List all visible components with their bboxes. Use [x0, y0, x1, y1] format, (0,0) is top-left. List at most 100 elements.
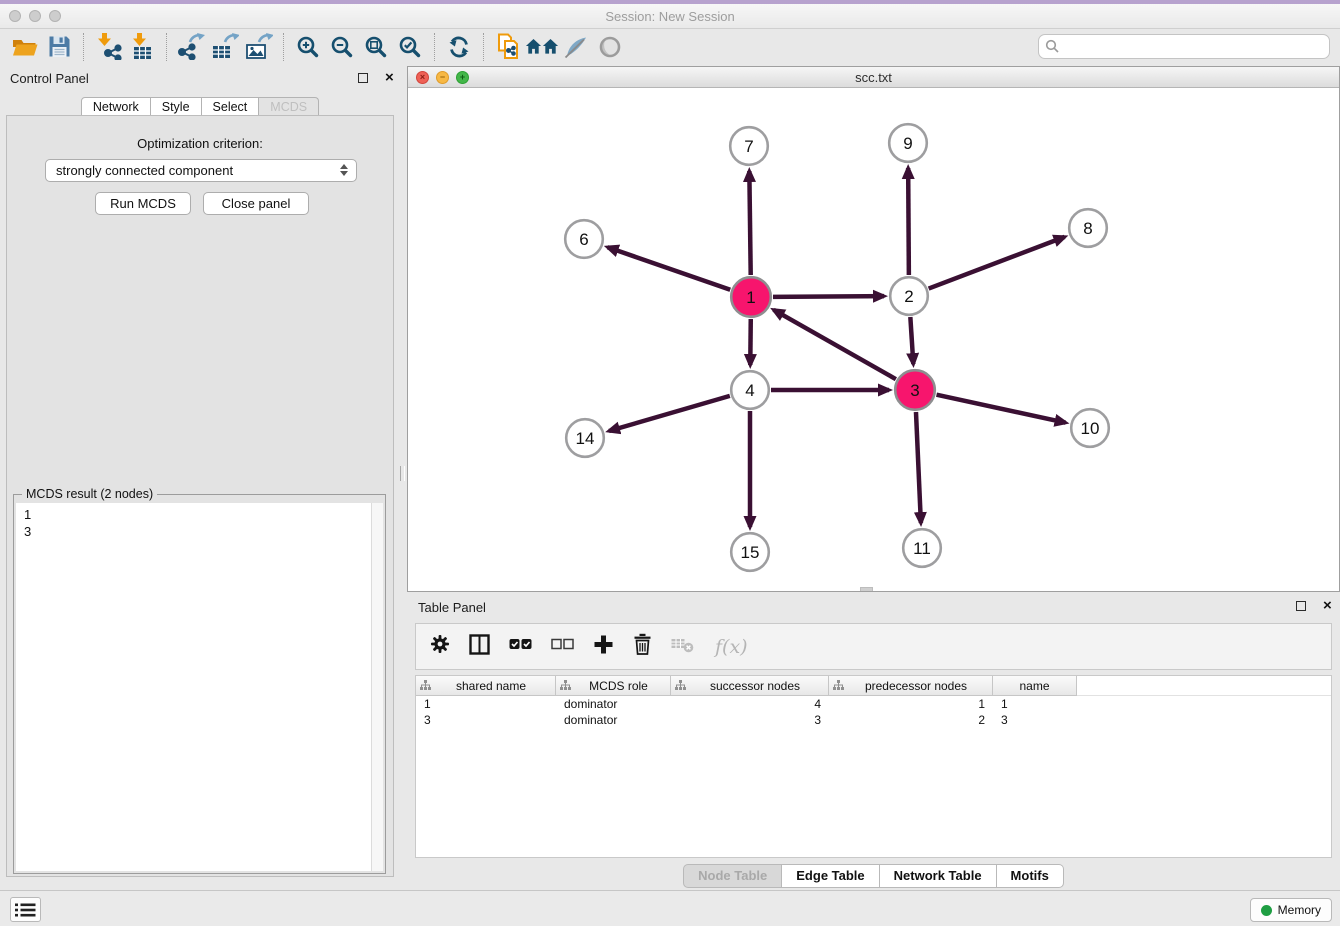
table-row[interactable]: 3 dominator 3 2 3: [416, 712, 1331, 728]
close-panel-icon[interactable]: ×: [385, 73, 394, 83]
graphics-details-icon[interactable]: [593, 32, 627, 62]
graph-edge-3-10[interactable]: [936, 395, 1065, 423]
window-titlebar[interactable]: Session: New Session: [0, 4, 1340, 29]
run-mcds-button[interactable]: Run MCDS: [95, 192, 191, 215]
cell-successor-nodes[interactable]: 3: [671, 713, 829, 727]
result-scrollbar[interactable]: [371, 503, 383, 871]
graph-edge-1-7[interactable]: [749, 171, 750, 275]
close-panel-icon[interactable]: ×: [1323, 601, 1332, 611]
tab-network[interactable]: Network: [81, 97, 151, 116]
result-line: 1: [24, 506, 375, 523]
style-brush-icon[interactable]: [559, 32, 593, 62]
tab-select[interactable]: Select: [202, 97, 260, 116]
table-row[interactable]: 1 dominator 4 1 1: [416, 696, 1331, 712]
search-icon: [1045, 39, 1060, 59]
column-header-successor-nodes[interactable]: successor nodes: [671, 676, 829, 696]
cell-predecessor-nodes[interactable]: 2: [829, 713, 993, 727]
export-table-icon[interactable]: [208, 32, 242, 62]
function-builder-icon[interactable]: f(x): [715, 636, 748, 658]
panel-splitter-handle[interactable]: [400, 466, 405, 481]
column-header-mcds-role[interactable]: MCDS role: [556, 676, 671, 696]
result-line: 3: [24, 523, 375, 540]
add-column-icon[interactable]: [593, 634, 614, 660]
task-history-button[interactable]: [10, 897, 41, 922]
cell-mcds-role[interactable]: dominator: [556, 697, 671, 711]
search-field-wrap: [1038, 34, 1330, 59]
graph-edge-3-11[interactable]: [916, 412, 921, 523]
refresh-layout-icon[interactable]: [442, 32, 476, 62]
column-header-name[interactable]: name: [993, 676, 1077, 696]
graph-edge-1-2[interactable]: [773, 296, 884, 297]
mcds-result-group: MCDS result (2 nodes) 1 3: [13, 494, 386, 874]
cell-name[interactable]: 1: [993, 697, 1077, 711]
delete-column-icon[interactable]: [633, 633, 652, 660]
cell-shared-name[interactable]: 3: [416, 713, 556, 727]
column-layout-icon[interactable]: [469, 634, 490, 660]
float-panel-icon[interactable]: [1296, 601, 1306, 611]
optimization-criterion-dropdown[interactable]: strongly connected component: [45, 159, 357, 182]
control-panel-title: Control Panel: [10, 71, 89, 86]
zoom-out-icon[interactable]: [325, 32, 359, 62]
dropdown-value: strongly connected component: [56, 163, 233, 178]
zoom-fit-icon[interactable]: [359, 32, 393, 62]
graph-node-label: 6: [579, 230, 588, 249]
tab-style[interactable]: Style: [151, 97, 202, 116]
memory-button[interactable]: Memory: [1250, 898, 1332, 922]
import-network-icon[interactable]: [91, 32, 125, 62]
save-session-icon[interactable]: [42, 32, 76, 62]
memory-label: Memory: [1278, 903, 1321, 917]
zoom-in-icon[interactable]: [291, 32, 325, 62]
import-table-icon[interactable]: [125, 32, 159, 62]
float-panel-icon[interactable]: [358, 73, 368, 83]
first-neighbors-icon[interactable]: [525, 32, 559, 62]
network-canvas[interactable]: 7968124314101511: [408, 88, 1339, 591]
control-panel-window-controls: ×: [358, 73, 394, 83]
header-filler: [1077, 676, 1331, 696]
export-network-icon[interactable]: [174, 32, 208, 62]
node-table-header: shared name MCDS role successor nodes: [416, 676, 1331, 696]
network-canvas-svg: 7968124314101511: [408, 88, 1339, 591]
tab-mcds[interactable]: MCDS: [259, 97, 319, 116]
cell-shared-name[interactable]: 1: [416, 697, 556, 711]
graph-edge-2-3[interactable]: [910, 317, 913, 364]
settings-gear-icon[interactable]: [430, 634, 450, 659]
toolbar-separator: [83, 33, 84, 61]
unselect-all-columns-icon[interactable]: [551, 636, 574, 657]
graph-node-label: 14: [576, 429, 595, 448]
cell-predecessor-nodes[interactable]: 1: [829, 697, 993, 711]
export-image-icon[interactable]: [242, 32, 276, 62]
select-all-columns-icon[interactable]: [509, 636, 532, 657]
graph-edge-2-9[interactable]: [908, 168, 909, 275]
column-header-shared-name[interactable]: shared name: [416, 676, 556, 696]
clone-network-icon[interactable]: [491, 32, 525, 62]
delete-table-icon[interactable]: [671, 635, 694, 658]
graph-edge-4-14[interactable]: [609, 396, 730, 431]
cell-successor-nodes[interactable]: 4: [671, 697, 829, 711]
network-window-titlebar[interactable]: × − + scc.txt: [408, 67, 1339, 88]
open-session-icon[interactable]: [8, 32, 42, 62]
status-bar: Memory: [0, 890, 1340, 926]
tab-node-table[interactable]: Node Table: [683, 864, 782, 888]
mcds-result-area[interactable]: 1 3: [16, 503, 383, 871]
graph-edge-1-6[interactable]: [608, 247, 731, 290]
graph-node-label: 9: [903, 134, 912, 153]
canvas-resize-handle[interactable]: [860, 587, 873, 591]
hierarchy-icon: [675, 680, 686, 691]
dropdown-stepper-icon: [340, 164, 348, 176]
mcds-panel: Optimization criterion: strongly connect…: [6, 115, 394, 877]
cell-mcds-role[interactable]: dominator: [556, 713, 671, 727]
column-header-predecessor-nodes[interactable]: predecessor nodes: [829, 676, 993, 696]
tab-motifs[interactable]: Motifs: [997, 864, 1064, 888]
close-panel-button[interactable]: Close panel: [203, 192, 309, 215]
graph-edge-2-8[interactable]: [929, 237, 1065, 289]
table-panel-tabs: Node Table Edge Table Network Table Moti…: [407, 864, 1340, 888]
toolbar-separator: [166, 33, 167, 61]
cell-name[interactable]: 3: [993, 713, 1077, 727]
tab-network-table[interactable]: Network Table: [880, 864, 997, 888]
tab-edge-table[interactable]: Edge Table: [782, 864, 879, 888]
hierarchy-icon: [420, 680, 431, 691]
graph-node-label: 11: [913, 539, 931, 558]
zoom-selected-icon[interactable]: [393, 32, 427, 62]
graph-edge-3-1[interactable]: [774, 310, 896, 379]
search-input[interactable]: [1038, 34, 1330, 59]
